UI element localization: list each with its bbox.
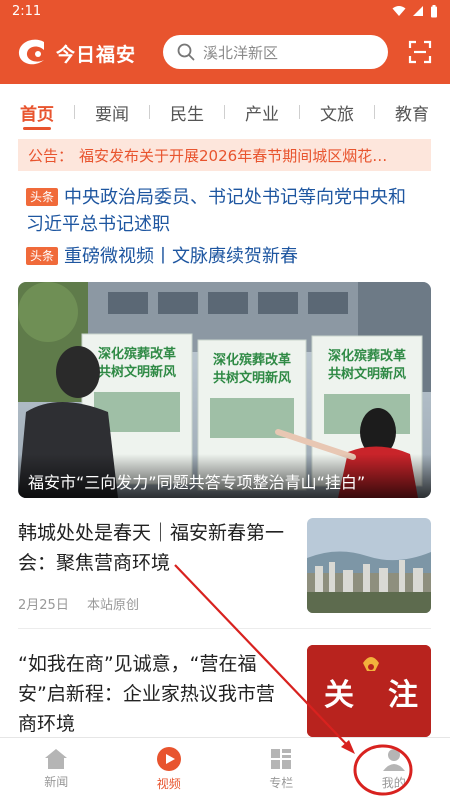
list-divider (18, 628, 431, 629)
nav-label: 我的 (381, 776, 406, 790)
thumb-char-2: 注 (388, 678, 418, 713)
search-icon (177, 43, 195, 61)
bottom-navigation: 新闻 视频 专栏 我的 (0, 737, 450, 800)
signal-icon (413, 6, 423, 16)
nav-label: 新闻 (44, 775, 69, 789)
grid-icon (271, 749, 292, 769)
app-header: 今日福安 溪北洋新区 (0, 22, 450, 84)
news-thumbnail (307, 518, 431, 613)
headline-text: 中央政治局委员、书记处书记等向党中央和习近平总书记述职 (26, 187, 407, 235)
feature-caption: 福安市“三向发力”同题共答专项整治青山“挂白” (18, 454, 431, 498)
nav-label: 视频 (156, 777, 181, 791)
board-title-3b: 共树文明新风 (328, 366, 406, 382)
news-date: 2月25日 (18, 598, 69, 613)
announcement-banner[interactable]: 公告： 福安发布关于开展2026年春节期间城区烟花… (18, 139, 431, 171)
headline-badge: 头条 (26, 247, 59, 265)
search-placeholder: 溪北洋新区 (203, 43, 279, 62)
app-logo: 今日福安 (14, 36, 162, 70)
board-title-3: 深化殡葬改革 (328, 348, 406, 364)
tab-divider (374, 105, 375, 119)
user-icon (382, 749, 405, 771)
news-title: 韩城处处是春天｜福安新春第一会：聚焦营商环境 (18, 522, 285, 574)
tab-livelihood[interactable]: 民生 (170, 94, 204, 130)
headline-badge: 头条 (26, 188, 59, 206)
headline-item[interactable]: 头条 中央政治局委员、书记处书记等向党中央和习近平总书记述职 (26, 184, 421, 238)
headline-item[interactable]: 头条 重磅微视频丨文脉赓续贺新春 (26, 243, 421, 270)
announcement-text: 福安发布关于开展2026年春节期间城区烟花… (79, 146, 388, 165)
logo-text: 今日福安 (56, 43, 137, 66)
search-bar[interactable]: 溪北洋新区 (163, 35, 388, 69)
thumb-char-1: 关 (324, 678, 354, 713)
tab-news[interactable]: 要闻 (95, 94, 129, 130)
category-tabs: 首页 要闻 民生 产业 文旅 教育 (0, 94, 450, 130)
board-title-1: 深化殡葬改革 (98, 346, 176, 362)
feature-card[interactable]: 深化殡葬改革 共树文明新风 深化殡葬改革 共树文明新风 深化殡葬改革 共树文明新… (18, 282, 431, 498)
wifi-icon (392, 6, 406, 16)
nav-video[interactable]: 视频 (113, 738, 226, 800)
tab-education[interactable]: 教育 (395, 94, 429, 130)
status-time: 2:11 (12, 3, 42, 19)
system-icons (392, 4, 438, 18)
logo-swirl-icon (18, 39, 44, 65)
status-bar: 2:11 (0, 0, 450, 22)
tab-divider (224, 105, 225, 119)
tab-divider (299, 105, 300, 119)
tab-divider (74, 105, 75, 119)
announcement-label: 公告： (28, 146, 74, 165)
city-photo (307, 518, 431, 613)
play-icon (156, 747, 181, 771)
battery-icon (431, 4, 437, 17)
news-meta: 2月25日 本站原创 (18, 594, 139, 613)
tab-culture-tourism[interactable]: 文旅 (320, 94, 354, 130)
news-item[interactable]: 韩城处处是春天｜福安新春第一会：聚焦营商环境 2月25日 本站原创 (18, 518, 431, 613)
news-thumbnail: 关 注 (307, 645, 431, 737)
nav-column[interactable]: 专栏 (225, 738, 338, 800)
home-icon (45, 749, 68, 769)
board-title-1b: 共树文明新风 (98, 364, 176, 380)
nav-label: 专栏 (269, 776, 294, 790)
tab-divider (149, 105, 150, 119)
attention-banner: 关 注 (307, 645, 431, 737)
news-title: “如我在商”见诚意，“营在福安”启新程：企业家热议我市营商环境 (18, 653, 275, 735)
tab-home[interactable]: 首页 (20, 94, 54, 130)
news-source: 本站原创 (86, 598, 139, 613)
board-title-2: 深化殡葬改革 (213, 352, 291, 368)
nav-news[interactable]: 新闻 (0, 738, 113, 800)
news-item[interactable]: “如我在商”见诚意，“营在福安”启新程：企业家热议我市营商环境 关 注 (18, 645, 431, 737)
scan-icon[interactable] (408, 40, 432, 64)
tab-industry[interactable]: 产业 (245, 94, 279, 130)
board-title-2b: 共树文明新风 (213, 370, 291, 386)
nav-mine[interactable]: 我的 (338, 738, 450, 800)
headline-text: 重磅微视频丨文脉赓续贺新春 (64, 246, 299, 267)
